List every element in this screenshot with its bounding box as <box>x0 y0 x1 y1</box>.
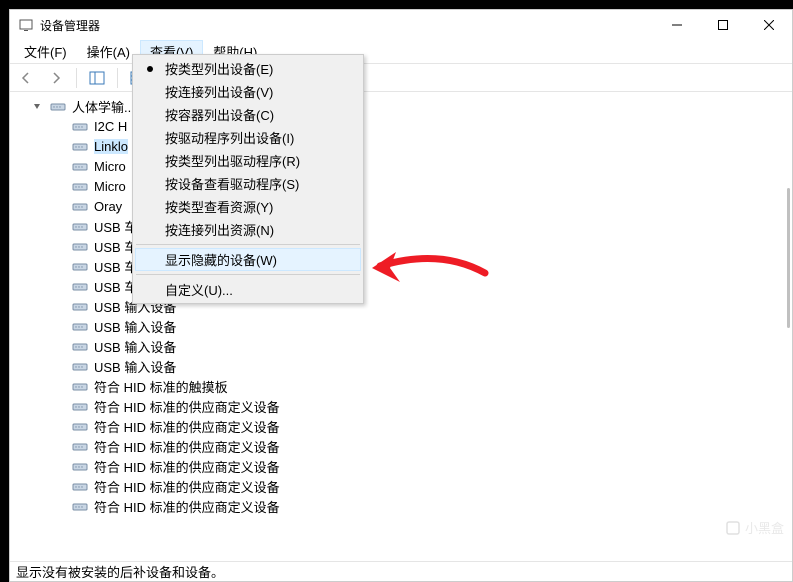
device-icon <box>72 438 88 454</box>
device-label: 符合 HID 标准的供应商定义设备 <box>94 497 280 516</box>
menu-drivers-by-device[interactable]: 按驱动程序列出设备(I) <box>135 126 361 149</box>
device-label: USB 车 <box>94 237 137 256</box>
watermark: 小黑盒 <box>725 518 784 537</box>
device-icon <box>72 498 88 514</box>
maximize-button[interactable] <box>700 10 746 40</box>
device-icon <box>72 298 88 314</box>
window-buttons <box>654 10 792 40</box>
tree-item[interactable]: 符合 HID 标准的供应商定义设备 <box>30 456 792 476</box>
device-icon <box>72 138 88 154</box>
tree-item[interactable]: 符合 HID 标准的供应商定义设备 <box>30 396 792 416</box>
back-button[interactable] <box>14 67 38 89</box>
minimize-button[interactable] <box>654 10 700 40</box>
device-icon <box>72 218 88 234</box>
menu-divider <box>136 274 360 275</box>
bullet-icon <box>147 66 153 72</box>
device-label: USB 车 <box>94 217 137 236</box>
tree-item[interactable]: 符合 HID 标准的触摸板 <box>30 376 792 396</box>
device-label: USB 输入设备 <box>94 317 176 336</box>
tree-item[interactable]: USB 输入设备 <box>30 336 792 356</box>
show-hide-tree-button[interactable] <box>85 67 109 89</box>
menu-devices-by-connection[interactable]: 按连接列出设备(V) <box>135 80 361 103</box>
tree-item[interactable]: 符合 HID 标准的供应商定义设备 <box>30 476 792 496</box>
forward-button[interactable] <box>44 67 68 89</box>
content-area: 人体学输... I2C HLinkloMicroMicroOrayUSB 车US… <box>10 92 792 561</box>
menu-drivers-by-type[interactable]: 按类型列出驱动程序(R) <box>135 149 361 172</box>
device-label: 符合 HID 标准的触摸板 <box>94 377 228 396</box>
menu-devices-by-type[interactable]: 按类型列出设备(E) <box>135 57 361 80</box>
menu-devices-by-container[interactable]: 按容器列出设备(C) <box>135 103 361 126</box>
device-icon <box>72 238 88 254</box>
window-title: 设备管理器 <box>40 17 654 34</box>
menubar: 文件(F) 操作(A) 查看(V) 帮助(H) <box>10 40 792 64</box>
device-label: 符合 HID 标准的供应商定义设备 <box>94 437 280 456</box>
device-icon <box>72 358 88 374</box>
device-icon <box>72 478 88 494</box>
menu-file[interactable]: 文件(F) <box>14 40 77 63</box>
device-label: I2C H <box>94 119 127 134</box>
statusbar-text: 显示没有被安装的后补设备和设备。 <box>16 562 224 581</box>
menu-resources-by-type[interactable]: 按类型查看资源(Y) <box>135 195 361 218</box>
device-label: USB 车 <box>94 257 137 276</box>
titlebar: 设备管理器 <box>10 10 792 40</box>
statusbar: 显示没有被安装的后补设备和设备。 <box>10 561 792 581</box>
device-tree[interactable]: 人体学输... I2C HLinkloMicroMicroOrayUSB 车US… <box>10 92 792 561</box>
tree-item[interactable]: 符合 HID 标准的供应商定义设备 <box>30 496 792 516</box>
tree-item[interactable]: USB 输入设备 <box>30 356 792 376</box>
menu-view-by-device[interactable]: 按设备查看驱动程序(S) <box>135 172 361 195</box>
device-manager-window: 设备管理器 文件(F) 操作(A) 查看(V) 帮助(H) ? 人体学输... … <box>9 9 793 582</box>
hid-category-icon <box>50 98 66 114</box>
device-label: Linklo <box>94 139 128 154</box>
menu-action[interactable]: 操作(A) <box>77 40 140 63</box>
device-label: USB 输入设备 <box>94 357 176 376</box>
device-label: USB 车 <box>94 277 137 296</box>
device-icon <box>72 418 88 434</box>
collapse-icon[interactable] <box>30 99 44 113</box>
tree-item[interactable]: 符合 HID 标准的供应商定义设备 <box>30 416 792 436</box>
device-label: Micro <box>94 179 126 194</box>
device-icon <box>72 318 88 334</box>
toolbar-separator <box>117 68 118 88</box>
device-label: 符合 HID 标准的供应商定义设备 <box>94 477 280 496</box>
menu-resources-by-connection[interactable]: 按连接列出资源(N) <box>135 218 361 241</box>
device-icon <box>72 278 88 294</box>
app-icon <box>18 17 34 33</box>
device-label: Oray <box>94 199 122 214</box>
tree-item[interactable]: 符合 HID 标准的供应商定义设备 <box>30 436 792 456</box>
device-label: Micro <box>94 159 126 174</box>
device-icon <box>72 378 88 394</box>
device-icon <box>72 158 88 174</box>
toolbar-separator <box>76 68 77 88</box>
device-label: USB 输入设备 <box>94 337 176 356</box>
view-menu-dropdown: 按类型列出设备(E) 按连接列出设备(V) 按容器列出设备(C) 按驱动程序列出… <box>132 54 364 304</box>
close-button[interactable] <box>746 10 792 40</box>
menu-customize[interactable]: 自定义(U)... <box>135 278 361 301</box>
device-icon <box>72 398 88 414</box>
device-label: 符合 HID 标准的供应商定义设备 <box>94 457 280 476</box>
toolbar: ? <box>10 64 792 92</box>
device-label: 符合 HID 标准的供应商定义设备 <box>94 417 280 436</box>
device-label: 符合 HID 标准的供应商定义设备 <box>94 397 280 416</box>
device-icon <box>72 178 88 194</box>
category-label: 人体学输... <box>72 97 135 116</box>
tree-item[interactable]: USB 输入设备 <box>30 316 792 336</box>
device-icon <box>72 338 88 354</box>
menu-show-hidden-devices[interactable]: 显示隐藏的设备(W) <box>135 248 361 271</box>
device-icon <box>72 458 88 474</box>
scrollbar-thumb[interactable] <box>787 188 790 328</box>
menu-divider <box>136 244 360 245</box>
device-icon <box>72 118 88 134</box>
device-icon <box>72 258 88 274</box>
device-icon <box>72 198 88 214</box>
